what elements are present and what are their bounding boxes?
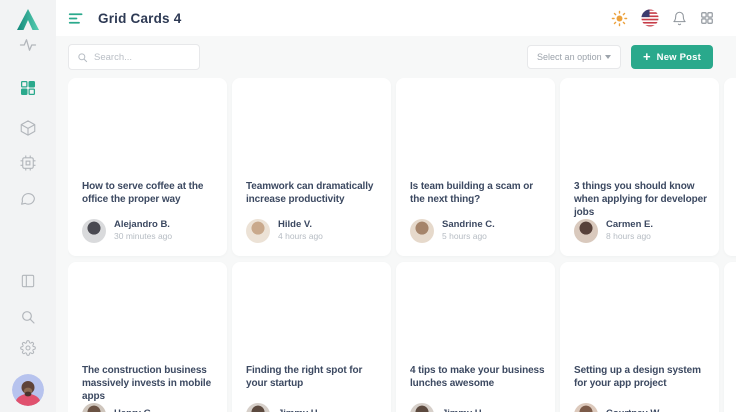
author-avatar: [574, 403, 598, 412]
author-avatar: [410, 219, 434, 243]
search-icon: [77, 52, 88, 63]
reader-panel-icon: [20, 273, 36, 289]
author-avatar: [246, 403, 270, 412]
page-title: Grid Cards 4: [98, 11, 181, 26]
grid-icon: [19, 79, 37, 97]
post-timestamp: 8 hours ago: [606, 232, 653, 242]
app-logo-icon[interactable]: [14, 6, 42, 34]
language-flag-icon[interactable]: [641, 9, 659, 27]
notifications-bell-icon[interactable]: [672, 11, 687, 26]
post-author-row: Henry G.: [82, 403, 221, 412]
post-card-partial[interactable]: [724, 78, 736, 256]
theme-sun-icon[interactable]: [611, 10, 628, 27]
sidebar-item-chat[interactable]: [20, 190, 37, 207]
sidebar-item-search[interactable]: [20, 309, 36, 325]
filter-select-value: Select an option: [537, 52, 602, 62]
author-meta: Sandrine C. 5 hours ago: [442, 220, 495, 242]
post-title: 4 tips to make your business lunches awe…: [410, 364, 548, 390]
post-card[interactable]: Teamwork can dramatically increase produ…: [232, 78, 391, 256]
author-meta: Carmen E. 8 hours ago: [606, 220, 653, 242]
post-author-row: Jimmy H.: [246, 403, 385, 412]
post-card-partial[interactable]: [724, 262, 736, 412]
search-box[interactable]: [68, 44, 200, 70]
author-avatar: [82, 403, 106, 412]
post-title: Is team building a scam or the next thin…: [410, 180, 548, 206]
toolbar-right: Select an option + New Post: [527, 45, 713, 69]
author-avatar: [574, 219, 598, 243]
chevron-down-icon: [605, 55, 611, 59]
search-icon: [20, 309, 36, 325]
post-title: How to serve coffee at the office the pr…: [82, 180, 220, 206]
filter-select[interactable]: Select an option: [527, 45, 621, 69]
post-card[interactable]: Is team building a scam or the next thin…: [396, 78, 555, 256]
post-card[interactable]: How to serve coffee at the office the pr…: [68, 78, 227, 256]
post-author-row: Carmen E. 8 hours ago: [574, 219, 713, 243]
post-card[interactable]: Setting up a design system for your app …: [560, 262, 719, 412]
sidebar-item-box[interactable]: [19, 119, 37, 137]
sidebar-item-reader[interactable]: [20, 273, 36, 289]
author-meta: Alejandro B. 30 minutes ago: [114, 220, 172, 242]
post-timestamp: 30 minutes ago: [114, 232, 172, 242]
post-author-row: Courtney W.: [574, 403, 713, 412]
post-title: Setting up a design system for your app …: [574, 364, 712, 390]
header: Grid Cards 4: [56, 0, 736, 36]
sidebar-item-activity[interactable]: [19, 36, 37, 54]
cpu-icon: [19, 154, 37, 172]
post-author-row: Alejandro B. 30 minutes ago: [82, 219, 221, 243]
post-card[interactable]: The construction business massively inve…: [68, 262, 227, 412]
toolbar: Select an option + New Post: [68, 44, 713, 70]
post-title: Finding the right spot for your startup: [246, 364, 384, 390]
user-avatar-image: [12, 374, 44, 406]
plus-icon: +: [643, 50, 651, 63]
author-avatar: [246, 219, 270, 243]
author-name: Sandrine C.: [442, 220, 495, 231]
post-author-row: Jimmy H.: [410, 403, 549, 412]
post-author-row: Hilde V. 4 hours ago: [246, 219, 385, 243]
header-actions: [611, 9, 714, 27]
author-meta: Hilde V. 4 hours ago: [278, 220, 323, 242]
post-timestamp: 5 hours ago: [442, 232, 495, 242]
hamburger-icon: [68, 10, 85, 27]
post-card[interactable]: Finding the right spot for your startup …: [232, 262, 391, 412]
post-card[interactable]: 4 tips to make your business lunches awe…: [396, 262, 555, 412]
search-input[interactable]: [94, 52, 191, 63]
box-icon: [19, 119, 37, 137]
apps-grid-icon[interactable]: [700, 11, 714, 25]
activity-icon: [19, 36, 37, 54]
author-name: Alejandro B.: [114, 220, 172, 231]
post-title: 3 things you should know when applying f…: [574, 180, 712, 219]
post-timestamp: 4 hours ago: [278, 232, 323, 242]
author-name: Hilde V.: [278, 220, 323, 231]
author-name: Carmen E.: [606, 220, 653, 231]
sidebar-item-cpu[interactable]: [19, 154, 37, 172]
new-post-label: New Post: [657, 52, 701, 63]
new-post-button[interactable]: + New Post: [631, 45, 713, 69]
menu-toggle-button[interactable]: [68, 10, 85, 27]
user-avatar[interactable]: [12, 374, 44, 406]
post-card[interactable]: 3 things you should know when applying f…: [560, 78, 719, 256]
gear-icon: [20, 340, 36, 356]
cards-grid: How to serve coffee at the office the pr…: [68, 78, 736, 412]
post-title: The construction business massively inve…: [82, 364, 220, 403]
sidebar-item-grid-cards[interactable]: [19, 79, 37, 97]
sidebar: [0, 0, 56, 412]
sidebar-item-settings[interactable]: [20, 340, 36, 356]
chat-bubble-icon: [20, 190, 37, 207]
author-avatar: [410, 403, 434, 412]
post-author-row: Sandrine C. 5 hours ago: [410, 219, 549, 243]
post-title: Teamwork can dramatically increase produ…: [246, 180, 384, 206]
author-avatar: [82, 219, 106, 243]
